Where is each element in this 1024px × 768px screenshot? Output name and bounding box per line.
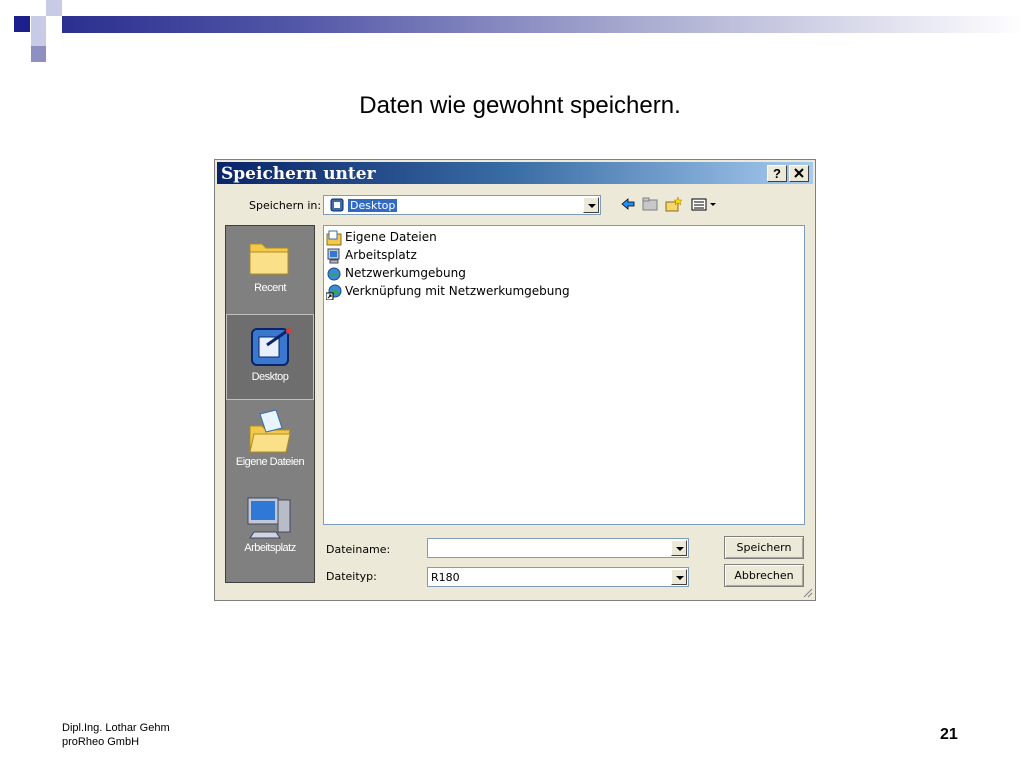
save-in-label: Speichern in:	[249, 199, 322, 212]
up-folder-icon[interactable]	[641, 196, 659, 212]
file-name: Netzwerkumgebung	[345, 266, 466, 280]
network-shortcut-icon	[326, 284, 342, 300]
filetype-label: Dateityp:	[326, 570, 377, 583]
save-as-dialog: Speichern unter ? Speichern in: Desktop	[214, 159, 816, 601]
recent-folder-icon	[249, 243, 289, 275]
place-label: Desktop	[251, 371, 289, 383]
place-label: Recent	[254, 282, 286, 294]
my-documents-icon	[249, 409, 291, 453]
chevron-down-icon[interactable]	[583, 197, 599, 213]
deco-square	[14, 16, 30, 32]
footer-line: Dipl.Ing. Lothar Gehm	[62, 722, 170, 734]
back-arrow-icon[interactable]	[619, 196, 637, 212]
filename-input[interactable]	[427, 538, 689, 558]
network-icon	[246, 580, 292, 583]
save-in-value: Desktop	[348, 199, 398, 212]
place-desktop[interactable]: Desktop	[226, 314, 314, 400]
header-gradient-bar	[62, 16, 1024, 33]
place-my-computer[interactable]: Arbeitsplatz	[226, 486, 314, 572]
resize-grip-icon[interactable]	[801, 586, 813, 598]
new-folder-icon[interactable]	[665, 196, 683, 212]
deco-square	[46, 0, 62, 16]
page-number: 21	[940, 726, 958, 743]
dialog-titlebar[interactable]: Speichern unter ?	[217, 162, 813, 184]
slide-title: Daten wie gewohnt speichern.	[359, 92, 681, 119]
place-network-partial[interactable]	[226, 572, 314, 583]
help-button[interactable]: ?	[767, 165, 787, 182]
my-computer-icon	[327, 248, 340, 264]
filetype-dropdown[interactable]: R180	[427, 567, 689, 587]
place-label: Eigene Dateien	[235, 456, 305, 468]
file-list[interactable]: Eigene Dateien Arbeitsplatz Netzwerkumge…	[323, 225, 805, 525]
file-name: Eigene Dateien	[345, 230, 437, 244]
cancel-button[interactable]: Abbrechen	[724, 564, 804, 587]
file-name: Arbeitsplatz	[345, 248, 417, 262]
desktop-icon	[330, 198, 344, 212]
save-button[interactable]: Speichern	[724, 536, 804, 559]
my-documents-icon	[326, 230, 342, 246]
desktop-icon	[251, 328, 292, 366]
place-label: Arbeitsplatz	[244, 542, 296, 554]
save-in-dropdown[interactable]: Desktop	[323, 195, 601, 215]
chevron-down-icon[interactable]	[671, 540, 687, 556]
footer-author: Dipl.Ing. Lothar Gehm proRheo GmbH	[62, 721, 170, 749]
filetype-value: R180	[431, 571, 460, 584]
deco-square	[46, 16, 62, 32]
view-menu-icon[interactable]	[691, 196, 721, 212]
deco-square	[31, 30, 46, 46]
places-bar: Recent Desktop Eigene Dateien Arbeitspla…	[225, 225, 315, 583]
close-button[interactable]	[789, 165, 809, 182]
footer-line: proRheo GmbH	[62, 736, 140, 748]
place-my-documents[interactable]: Eigene Dateien	[226, 400, 314, 486]
deco-square	[31, 46, 46, 62]
my-computer-icon	[247, 497, 291, 539]
chevron-down-icon[interactable]	[671, 569, 687, 585]
file-name: Verknüpfung mit Netzwerkumgebung	[345, 284, 570, 298]
close-icon	[794, 168, 804, 178]
dialog-title: Speichern unter	[221, 164, 376, 184]
network-icon	[327, 267, 341, 281]
filename-label: Dateiname:	[326, 543, 391, 556]
place-recent[interactable]: Recent	[226, 226, 314, 312]
